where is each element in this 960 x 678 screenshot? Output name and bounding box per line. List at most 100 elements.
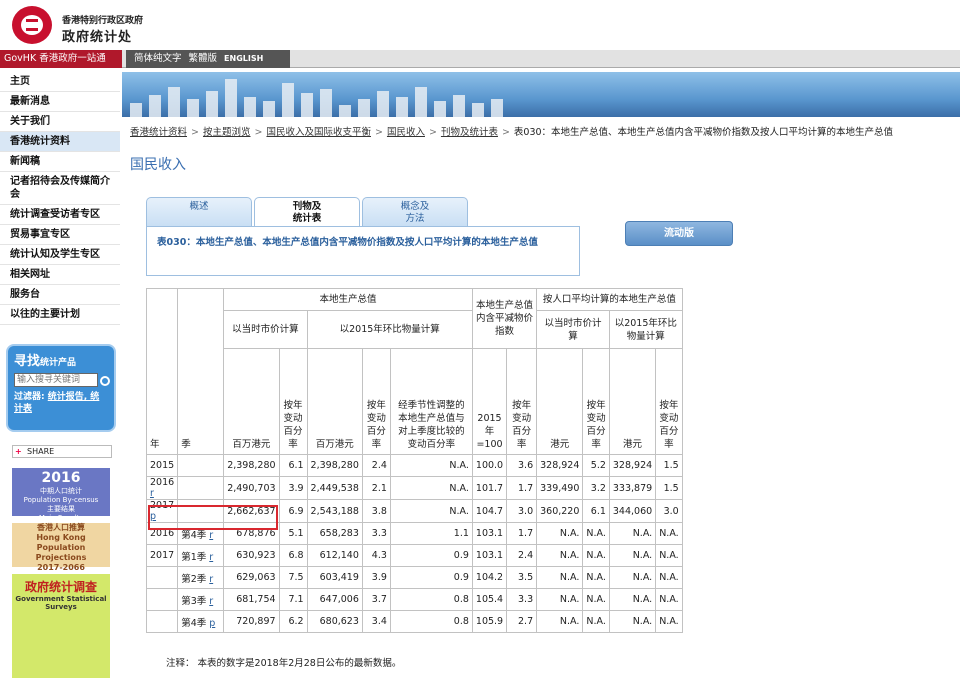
table-cell: 6.1 (278, 454, 308, 477)
table-cell: 100.0 (471, 454, 508, 477)
breadcrumb-separator: > (374, 127, 383, 138)
table-cell: 680,623 (306, 610, 363, 633)
nav-item-3[interactable]: 香港统计资料 (0, 132, 120, 152)
table-cell: 333,879 (608, 476, 657, 500)
search-input[interactable] (14, 373, 98, 387)
table-cell: N.A. (536, 522, 584, 545)
breadcrumb-link[interactable]: 刊物及统计表 (441, 127, 498, 138)
table-row: 第4季 p 720,897 6.2 680,623 3.4 0.8 105.9 2.7 N.A.… (145, 610, 683, 633)
skyline-building (301, 93, 313, 117)
table-cell: 3.2 (582, 476, 610, 500)
table-cell: 3.5 (506, 566, 538, 589)
org-name-line2: 政府统计处 (62, 30, 133, 45)
skyline-building (282, 83, 294, 117)
table-row: 2017 第1季 r 630,923 6.8 612,140 4.3 0.9 103.1 2.4… (145, 544, 683, 567)
nav-item-2[interactable]: 关于我们 (0, 112, 120, 132)
nav-item-5[interactable]: 记者招待会及传媒简介会 (0, 172, 120, 205)
revision-mark-link[interactable]: p (209, 618, 215, 629)
breadcrumb-link[interactable]: 国民收入 (387, 127, 425, 138)
breadcrumb-link[interactable]: 按主题浏览 (203, 127, 251, 138)
skyline-building (168, 87, 180, 117)
table-cell: 360,220 (536, 499, 584, 523)
col-yoy-header: 按年变动百分率 (283, 400, 303, 450)
skyline-building (130, 103, 142, 117)
breadcrumb-link[interactable]: 香港统计资料 (130, 127, 187, 138)
table-cell: 1.7 (506, 476, 538, 500)
survey-banner[interactable]: 政府统计调查 Government Statistical Surveys (12, 574, 110, 678)
cell-year: 2015 (145, 454, 179, 477)
cell-year: 2016 (145, 522, 179, 545)
breadcrumb-link[interactable]: 国民收入及国际收支平衡 (266, 127, 371, 138)
nav-item-4[interactable]: 新闻稿 (0, 152, 120, 172)
revision-mark-link[interactable]: r (209, 574, 213, 585)
table-cell: N.A. (536, 610, 584, 633)
breadcrumb-current: 表030：本地生产总值、本地生产总值内含平减物价指数及按人口平均计算的本地生产总… (513, 127, 894, 138)
table-row: 第3季 r 681,754 7.1 647,006 3.7 0.8 105.4 3.3 N.A.… (145, 588, 683, 611)
table-cell: 1.7 (506, 522, 538, 545)
lang-simplified-text[interactable]: 简体纯文字 (134, 50, 182, 68)
nav-item-9[interactable]: 相关网址 (0, 265, 120, 285)
nav-item-8[interactable]: 统计认知及学生专区 (0, 245, 120, 265)
nav-item-11[interactable]: 以往的主要计划 (0, 305, 120, 325)
skyline-building (472, 103, 484, 117)
censtatd-logo[interactable] (12, 6, 52, 44)
skyline-building (377, 91, 389, 117)
tab-concepts[interactable]: 概念及 方法 (362, 197, 468, 226)
table-title-link[interactable]: 表030：本地生产总值、本地生产总值内含平减物价指数及按人口平均计算的本地生产总… (157, 237, 538, 248)
table-cell: 0.8 (389, 610, 473, 633)
projection-banner[interactable]: 香港人口推算 Hong Kong Population Projections … (12, 523, 110, 572)
skyline-building (415, 87, 427, 117)
table-cell: N.A. (389, 454, 473, 477)
col-hkdm-header: 百万港元 (232, 439, 271, 450)
revision-mark-link[interactable]: p (150, 511, 156, 522)
lang-english[interactable]: ENGLISH (224, 50, 263, 68)
table-cell: N.A. (655, 522, 683, 545)
tab-publications[interactable]: 刊物及 统计表 (254, 197, 360, 227)
revision-mark-link[interactable]: r (209, 596, 213, 607)
table-cell: 3.3 (506, 588, 538, 611)
revision-mark-link[interactable]: r (209, 530, 213, 541)
nav-item-6[interactable]: 统计调查受访者专区 (0, 205, 120, 225)
revision-mark-link[interactable]: r (150, 488, 154, 499)
table-cell: 103.1 (471, 544, 508, 567)
search-icon[interactable] (100, 376, 110, 386)
skyline-building (320, 89, 332, 117)
share-button[interactable]: SHARE (12, 445, 112, 458)
table-cell: 104.2 (471, 566, 508, 589)
table-cell: 0.8 (389, 588, 473, 611)
table-cell: 344,060 (608, 499, 657, 523)
skyline-banner (122, 72, 960, 117)
skyline-building (187, 99, 199, 117)
skyline-building (206, 91, 218, 117)
mobile-version-button[interactable]: 流动版 (625, 221, 733, 246)
chained-volume-header: 以2015年环比物量计算 (339, 324, 440, 335)
nav-item-1[interactable]: 最新消息 (0, 92, 120, 112)
govhk-link[interactable]: GovHK 香港政府一站通 (0, 50, 122, 68)
tab-overview[interactable]: 概述 (146, 197, 252, 226)
table-cell: 681,754 (223, 588, 280, 611)
table-cell: 3.0 (506, 499, 538, 523)
breadcrumb: 香港统计资料 > 按主题浏览 > 国民收入及国际收支平衡 > 国民收入 > 刊物及统计表 > 表03… (130, 124, 950, 138)
col-year-header: 年 (150, 439, 160, 450)
table-cell: N.A. (655, 566, 683, 589)
table-cell: N.A. (536, 566, 584, 589)
breadcrumb-separator: > (191, 127, 199, 138)
search-filter: 过滤器: 统计报告, 统计表 (14, 392, 100, 414)
census-banner[interactable]: 2016 中期人口统计 Population By-census 主要结果 Ma… (12, 468, 110, 522)
table-cell: 2,543,188 (306, 499, 363, 523)
revision-mark-link[interactable]: r (209, 552, 213, 563)
nav-item-7[interactable]: 贸易事宜专区 (0, 225, 120, 245)
nav-item-10[interactable]: 服务台 (0, 285, 120, 305)
percap-chained-header: 以2015年环比物量计算 (614, 317, 677, 342)
table-cell: 1.5 (655, 454, 683, 477)
table-cell: N.A. (582, 610, 610, 633)
table-cell: 2.7 (506, 610, 538, 633)
cell-quarter: 第4季 p (177, 610, 225, 633)
nav-item-0[interactable]: 主页 (0, 72, 120, 92)
gdp-table: 年 季 本地生产总值 本地生产总值内含平减物价指数 按人口平均计算的本地生产总值… (145, 288, 683, 633)
lang-traditional[interactable]: 繁體版 (189, 50, 218, 68)
table-cell: 6.8 (278, 544, 308, 567)
table-cell: 630,923 (223, 544, 280, 567)
table-cell: N.A. (655, 610, 683, 633)
table-cell: 5.2 (582, 454, 610, 477)
